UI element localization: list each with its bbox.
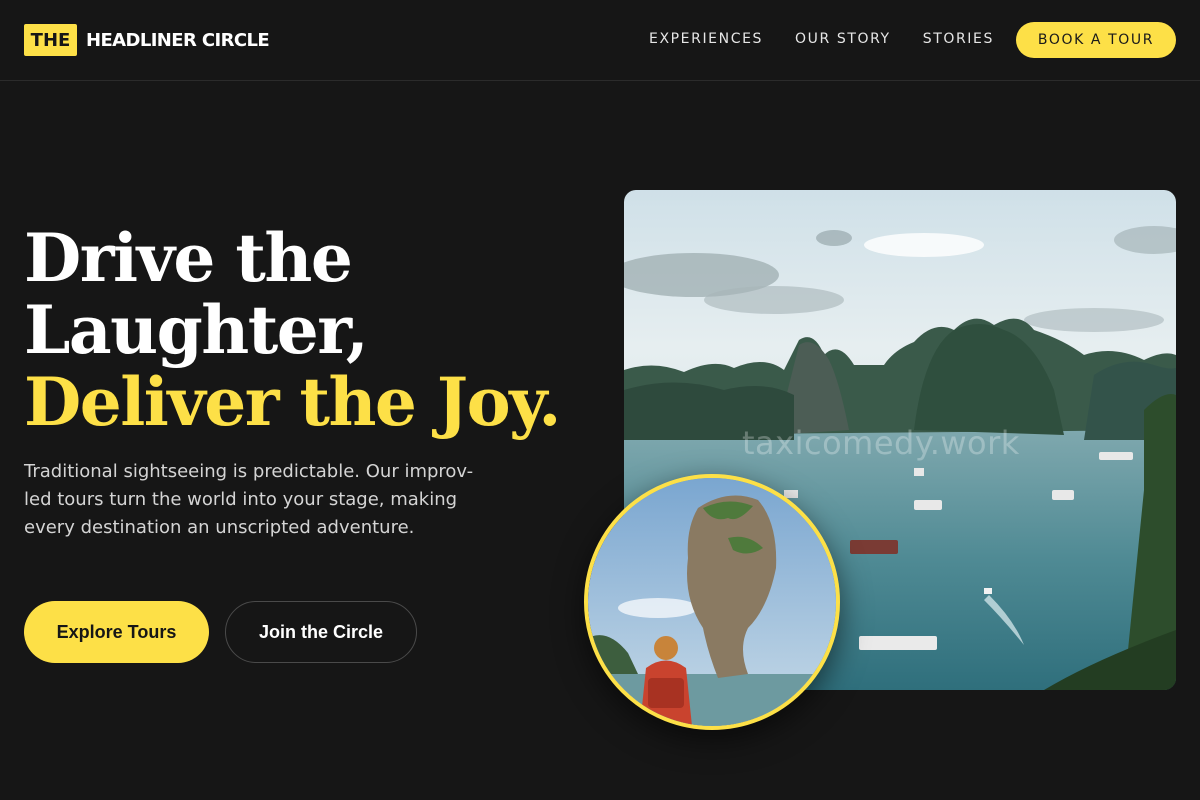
site-header: THE HEADLINER CIRCLE EXPERIENCES OUR STO… <box>0 0 1200 81</box>
photo-watermark: taxicomedy.work <box>742 424 1020 462</box>
main-nav: EXPERIENCES OUR STORY STORIES <box>649 31 1026 47</box>
logo-text: HEADLINER CIRCLE <box>86 29 270 51</box>
logo[interactable]: THE HEADLINER CIRCLE <box>24 24 270 56</box>
book-a-tour-button[interactable]: BOOK A TOUR <box>1016 22 1176 58</box>
join-the-circle-button[interactable]: Join the Circle <box>225 601 417 663</box>
hero-title-line-2: Laughter, <box>24 291 369 369</box>
nav-item-our-story[interactable]: OUR STORY <box>795 31 891 47</box>
rock-pillar-traveler-photo <box>584 474 840 730</box>
hero-title-accent: Deliver the Joy. <box>24 363 561 441</box>
explore-tours-button[interactable]: Explore Tours <box>24 601 209 663</box>
hero-title: Drive the Laughter, Deliver the Joy. <box>24 219 561 441</box>
nav-item-experiences[interactable]: EXPERIENCES <box>649 31 763 47</box>
nav-item-stories[interactable]: STORIES <box>923 31 994 47</box>
logo-mark: THE <box>24 24 77 56</box>
hero-title-line-1: Drive the <box>24 219 353 297</box>
hero-description: Traditional sightseeing is predictable. … <box>24 461 474 538</box>
